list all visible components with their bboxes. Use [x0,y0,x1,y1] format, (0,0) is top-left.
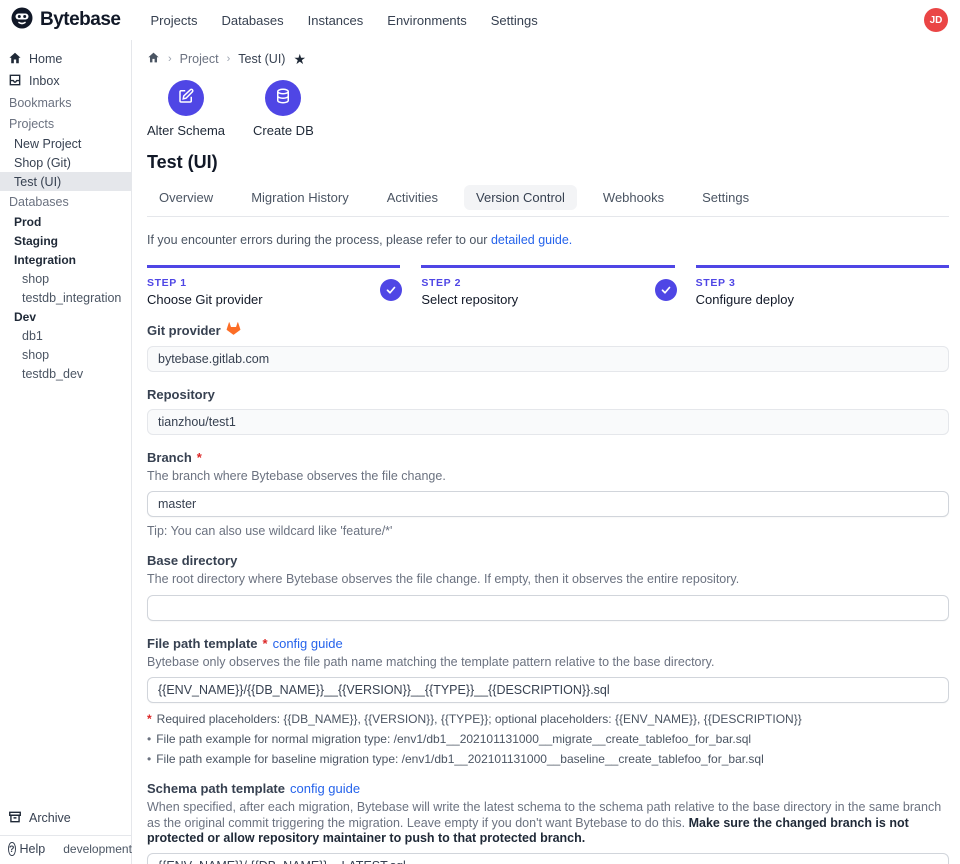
sidebar-env-prod[interactable]: Prod [0,212,131,231]
quick-actions: Alter Schema Create DB [147,80,949,138]
configure-deploy-form: Git provider Repository Branc [147,321,949,864]
file-path-template-input[interactable] [147,677,949,703]
sidebar-section-projects: Projects [0,113,131,134]
brand-name: Bytebase [40,9,121,31]
sidebar-item-shop-git[interactable]: Shop (Git) [0,153,131,172]
nav-instances[interactable]: Instances [308,13,364,28]
detailed-guide-link[interactable]: detailed guide. [491,233,572,247]
tab-activities[interactable]: Activities [375,185,450,210]
breadcrumb-current: Test (UI) [238,52,285,66]
file-path-notes: *Required placeholders: {{DB_NAME}}, {{V… [147,712,949,766]
step-2-check-icon [655,279,677,301]
main-content: › Project › Test (UI) ★ Alter Schema [132,40,960,864]
repository-input [147,409,949,435]
base-directory-input[interactable] [147,595,949,621]
git-provider-group: Git provider [147,321,949,372]
tab-migration-history[interactable]: Migration History [239,185,361,210]
sidebar-item-new-project[interactable]: New Project [0,134,131,153]
step-1: STEP 1 Choose Git provider [147,265,400,307]
branch-description: The branch where Bytebase observes the f… [147,469,949,484]
inbox-icon [8,73,22,90]
breadcrumb: › Project › Test (UI) ★ [147,50,949,68]
nav-links: Projects Databases Instances Environment… [151,13,538,28]
tab-settings[interactable]: Settings [690,185,761,210]
help-icon[interactable]: ? [8,842,16,856]
git-provider-input [147,346,949,372]
tab-version-control[interactable]: Version Control [464,185,577,210]
schema-path-template-group: Schema path template config guide When s… [147,781,949,864]
page-title: Test (UI) [147,152,949,173]
sidebar-db-db1[interactable]: db1 [0,326,131,345]
base-directory-group: Base directory The root directory where … [147,553,949,620]
sidebar-env-dev[interactable]: Dev [0,307,131,326]
base-directory-description: The root directory where Bytebase observ… [147,572,949,587]
edit-icon [177,87,195,110]
sidebar-db-shop-dev[interactable]: shop [0,345,131,364]
schema-path-template-label: Schema path template [147,781,285,796]
bytebase-logo-icon [10,6,34,35]
sidebar-footer: ? Help development [0,836,131,864]
repository-group: Repository [147,387,949,435]
step-2: STEP 2 Select repository [421,265,674,307]
git-provider-label: Git provider [147,323,221,338]
sidebar-item-test-ui[interactable]: Test (UI) [0,172,131,191]
sidebar-item-archive[interactable]: Archive [0,807,131,829]
favorite-star-icon[interactable]: ★ [293,51,306,68]
step-indicator: STEP 1 Choose Git provider STEP 2 Select… [147,265,949,307]
bytebase-logo[interactable]: Bytebase [10,6,121,35]
sidebar-item-home[interactable]: Home [0,48,131,70]
base-directory-label: Base directory [147,553,237,568]
nav-projects[interactable]: Projects [151,13,198,28]
file-path-description: Bytebase only observes the file path nam… [147,655,949,670]
schema-path-description: When specified, after each migration, By… [147,800,949,846]
nav-databases[interactable]: Databases [221,13,283,28]
sidebar-db-testdb-integration[interactable]: testdb_integration [0,288,131,307]
branch-required-asterisk: * [197,450,202,465]
branch-label: Branch [147,450,192,465]
user-avatar[interactable]: JD [924,8,948,32]
repository-label: Repository [147,387,215,402]
sidebar-section-bookmarks: Bookmarks [0,92,131,113]
step-3: STEP 3 Configure deploy [696,265,949,307]
schema-path-config-guide-link[interactable]: config guide [290,781,360,796]
sidebar-env-staging[interactable]: Staging [0,231,131,250]
gitlab-icon [226,321,241,339]
branch-input[interactable] [147,491,949,517]
alter-schema-button[interactable]: Alter Schema [147,80,225,138]
file-path-required-asterisk: * [263,636,268,651]
intro-text: If you encounter errors during the proce… [147,233,949,247]
file-path-config-guide-link[interactable]: config guide [273,636,343,651]
create-db-button[interactable]: Create DB [253,80,314,138]
breadcrumb-project[interactable]: Project [180,52,219,66]
file-path-template-label: File path template [147,636,258,651]
tab-overview[interactable]: Overview [147,185,225,210]
sidebar-section-databases: Databases [0,191,131,212]
home-icon [8,51,22,68]
nav-environments[interactable]: Environments [387,13,466,28]
version-label: development [63,842,132,856]
sidebar-item-inbox[interactable]: Inbox [0,70,131,92]
tab-webhooks[interactable]: Webhooks [591,185,676,210]
branch-group: Branch * The branch where Bytebase obser… [147,450,949,538]
branch-tip: Tip: You can also use wildcard like 'fea… [147,524,949,538]
top-navbar: Bytebase Projects Databases Instances En… [0,0,960,40]
sidebar: Home Inbox Bookmarks Projects New Projec… [0,40,132,864]
app: Bytebase Projects Databases Instances En… [0,0,960,864]
help-label[interactable]: Help [20,842,46,856]
database-icon [274,87,292,110]
tab-bar: Overview Migration History Activities Ve… [147,185,949,217]
nav-settings[interactable]: Settings [491,13,538,28]
archive-icon [8,810,22,827]
sidebar-db-shop-integration[interactable]: shop [0,269,131,288]
sidebar-db-testdb-dev[interactable]: testdb_dev [0,364,131,383]
breadcrumb-home-icon[interactable] [147,51,160,67]
sidebar-env-integration[interactable]: Integration [0,250,131,269]
file-path-template-group: File path template * config guide Byteba… [147,636,949,766]
schema-path-template-input[interactable] [147,853,949,864]
version-control-panel: If you encounter errors during the proce… [147,233,949,864]
